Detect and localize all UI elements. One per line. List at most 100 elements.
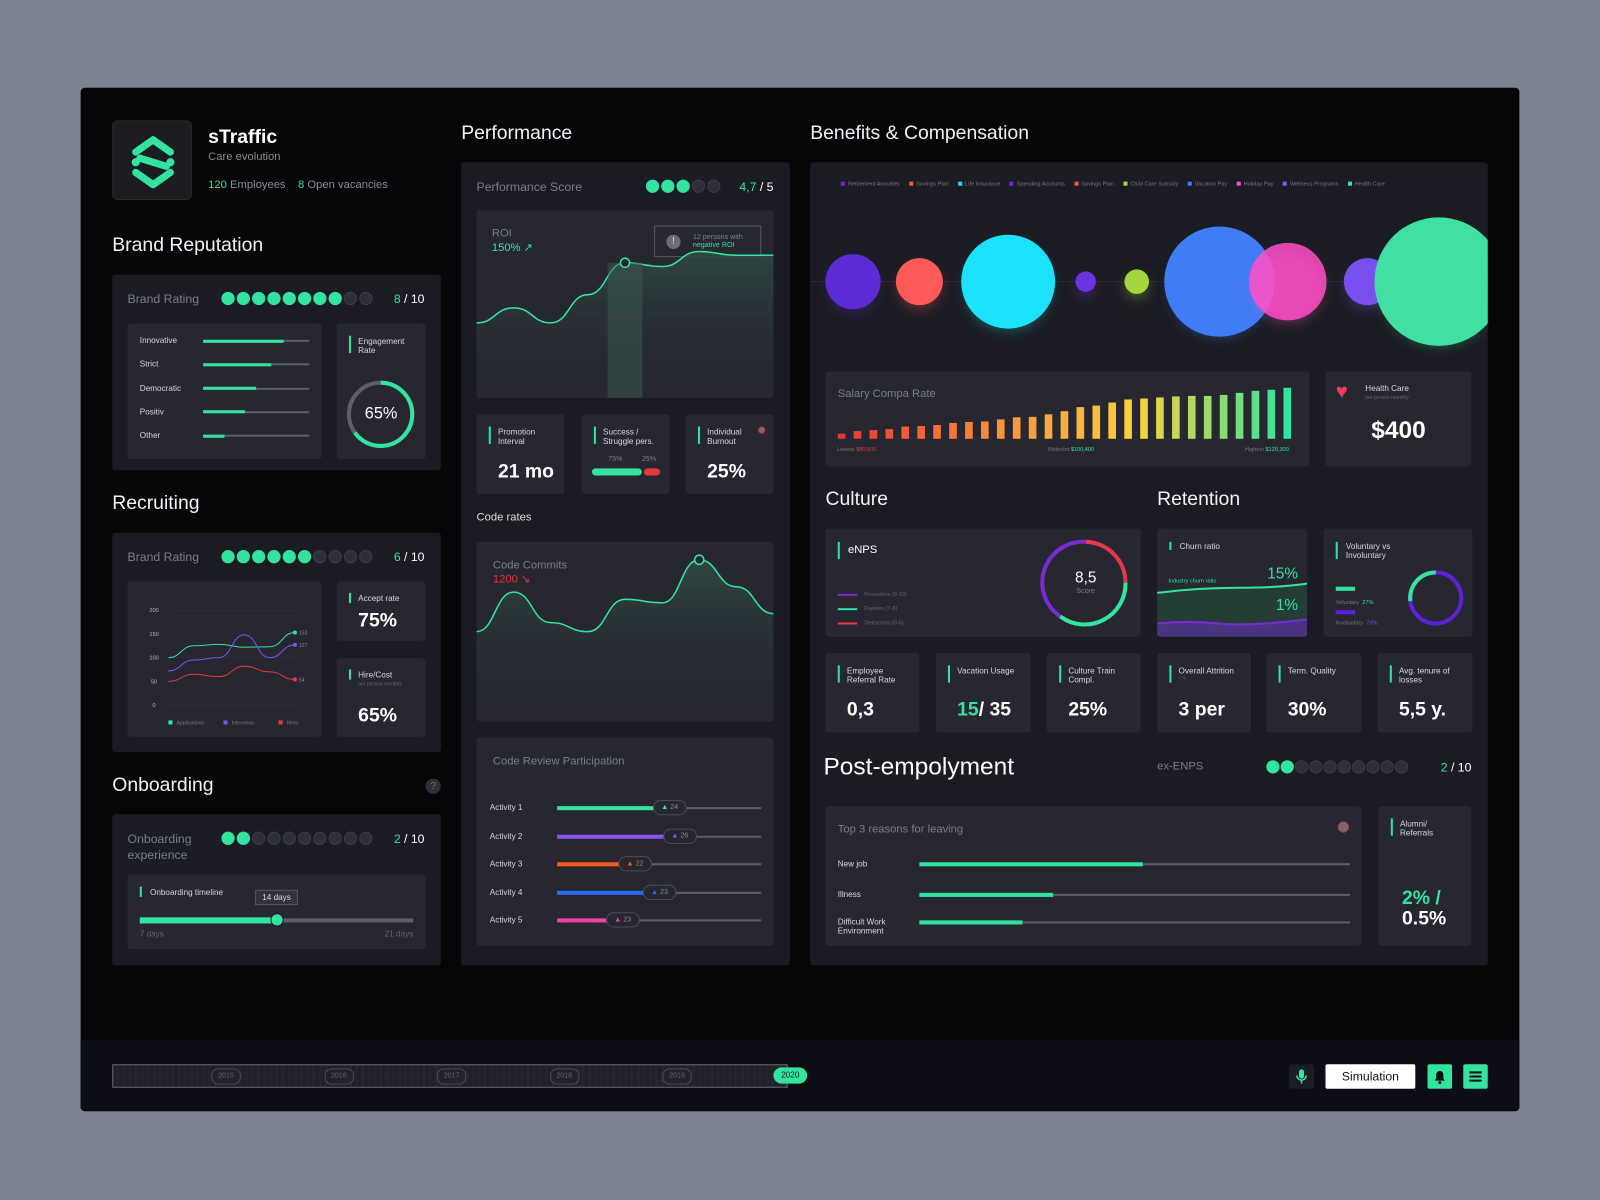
y-tick-label: 200 [149,608,158,614]
salary-bar [1076,407,1085,439]
menu-button[interactable] [1463,1064,1488,1089]
legend-swatch [1282,181,1287,186]
exenps-score: 2 / 10 [1440,760,1472,775]
salary-bar [853,431,862,439]
legend-swatch [1073,181,1079,186]
enps-card: eNPS Promotors (9-10) Pasives (7-8) Detrac… [825,528,1141,637]
onboarding-score: 2 / 10 [393,831,425,846]
rating-dot [359,831,373,845]
benefit-bubble [1075,271,1096,292]
alumni-card: Alumni/ Referrals 2% / 0.5% [1378,806,1472,946]
kpi-value: 3 per [1178,698,1225,721]
activity-label: Activity 5 [489,915,523,925]
brand-reputation-panel: Brand Rating 8 / 10 Innovative Strict Demo… [112,274,441,471]
end-value-label: 127 [299,643,308,649]
onboarding-panel: Onboarding experience 2 / 10 Onboarding … [112,814,441,966]
rating-dot [676,179,690,193]
activity-label: Activity 2 [489,831,523,841]
legend-item: Wellness Programs [1282,181,1338,188]
rating-dot [1337,760,1352,774]
reason-bar [919,920,1350,925]
salary-bar [1203,395,1212,439]
activity-label: Activity 3 [489,859,523,869]
success-bar [591,468,661,476]
salary-bar [965,421,973,439]
post-employment-title: Post-empolyment [823,753,1015,781]
year-button[interactable]: 2017 [436,1068,467,1085]
rating-dot [313,291,327,306]
onboarding-timeline: Onboarding timeline 14 days 7 days 21 da… [127,874,426,949]
company-name: sTraffic [208,126,278,148]
notifications-button[interactable] [1427,1064,1453,1089]
end-value-label: 153 [299,631,308,637]
rating-dot [282,291,296,306]
trait-bar [203,434,310,438]
activity-count-badge: ▲ 26 [663,828,697,844]
legend-swatch [168,720,173,725]
slider-handle[interactable] [270,913,284,927]
legend-swatch [1236,181,1241,186]
y-tick-label: 50 [151,679,157,685]
year-2020-button[interactable]: 2020 [773,1067,808,1084]
rating-dot [328,549,342,564]
rating-dot [645,179,660,193]
success-card: Success / Struggle pers. 75% 25% [581,414,670,494]
microphone-button[interactable] [1288,1064,1315,1089]
year-button[interactable]: 2019 [662,1068,692,1085]
rating-dot [252,549,266,564]
reason-label: Difficult Work Environment [837,917,886,936]
engagement-card: Engagement Rate 65% [336,323,426,460]
rating-dot [267,549,281,564]
hire-cost-card: Hire/Cost per person monthly 65% [336,658,426,737]
rating-dot [1266,760,1280,774]
rating-dot [297,549,312,564]
year-button[interactable]: 2016 [323,1068,354,1085]
recruiting-panel: Brand Rating 6 / 10 200 150 100 50 0 153 Appli… [112,532,441,753]
recruiting-rating-dots [221,549,373,564]
legend-swatch [908,181,914,186]
activity-count-badge: ▲ 24 [653,799,687,816]
trait-bar [203,386,310,390]
simulation-button[interactable]: Simulation [1325,1064,1416,1089]
series-line [168,634,295,672]
year-button[interactable]: 2015 [211,1068,241,1085]
rating-dot [282,549,296,564]
salary-bar [1108,402,1117,439]
trait-label: Other [139,430,161,440]
user-icon: ▲ [626,860,636,868]
trait-label: Positiv [139,407,164,417]
kpi-card: Avg. tenure of losses 5,5 y. [1377,653,1473,733]
onboarding-slider[interactable] [139,913,414,927]
activity-bar: ▲ 22 [557,856,762,872]
rating-dot [343,549,358,564]
promotion-card: Promotion Interval 21 mo [476,414,565,494]
salary-bar [1251,390,1260,439]
legend-swatch [278,720,283,725]
bottom-bar: 2015 2016 2017 2018 2019 2020 Simulation [80,1039,1520,1112]
salary-bar [1219,394,1228,439]
rating-dot [328,291,342,306]
y-tick-label: 0 [153,703,156,709]
onboarding-title: Onboarding [112,774,214,796]
benefit-bubble [1124,269,1149,294]
salary-bar [1124,399,1132,439]
rating-dot [313,549,327,564]
salary-bar [1283,387,1292,439]
kpi-value: 30% [1287,698,1327,721]
reason-label: New job [837,859,868,869]
warning-icon[interactable] [758,426,766,434]
series-end-point [292,642,297,647]
year-button[interactable]: 2018 [549,1068,580,1085]
recruiting-score: 6 / 10 [393,549,425,565]
legend-swatch [1009,181,1014,186]
recruiting-chart: 200 150 100 50 0 153 Applications 127 Interviews… [127,581,322,737]
warning-icon[interactable] [1337,821,1349,833]
legend-item: Spending Accounts [1009,181,1065,188]
help-icon[interactable]: ? [425,778,441,794]
series-end-point [292,677,297,682]
rating-dot [343,291,358,306]
rating-dot [236,549,250,564]
benefit-bubble [895,258,943,306]
activity-count-badge: ▲ 22 [618,856,652,872]
legend-item: Holiday Pay [1236,181,1274,188]
